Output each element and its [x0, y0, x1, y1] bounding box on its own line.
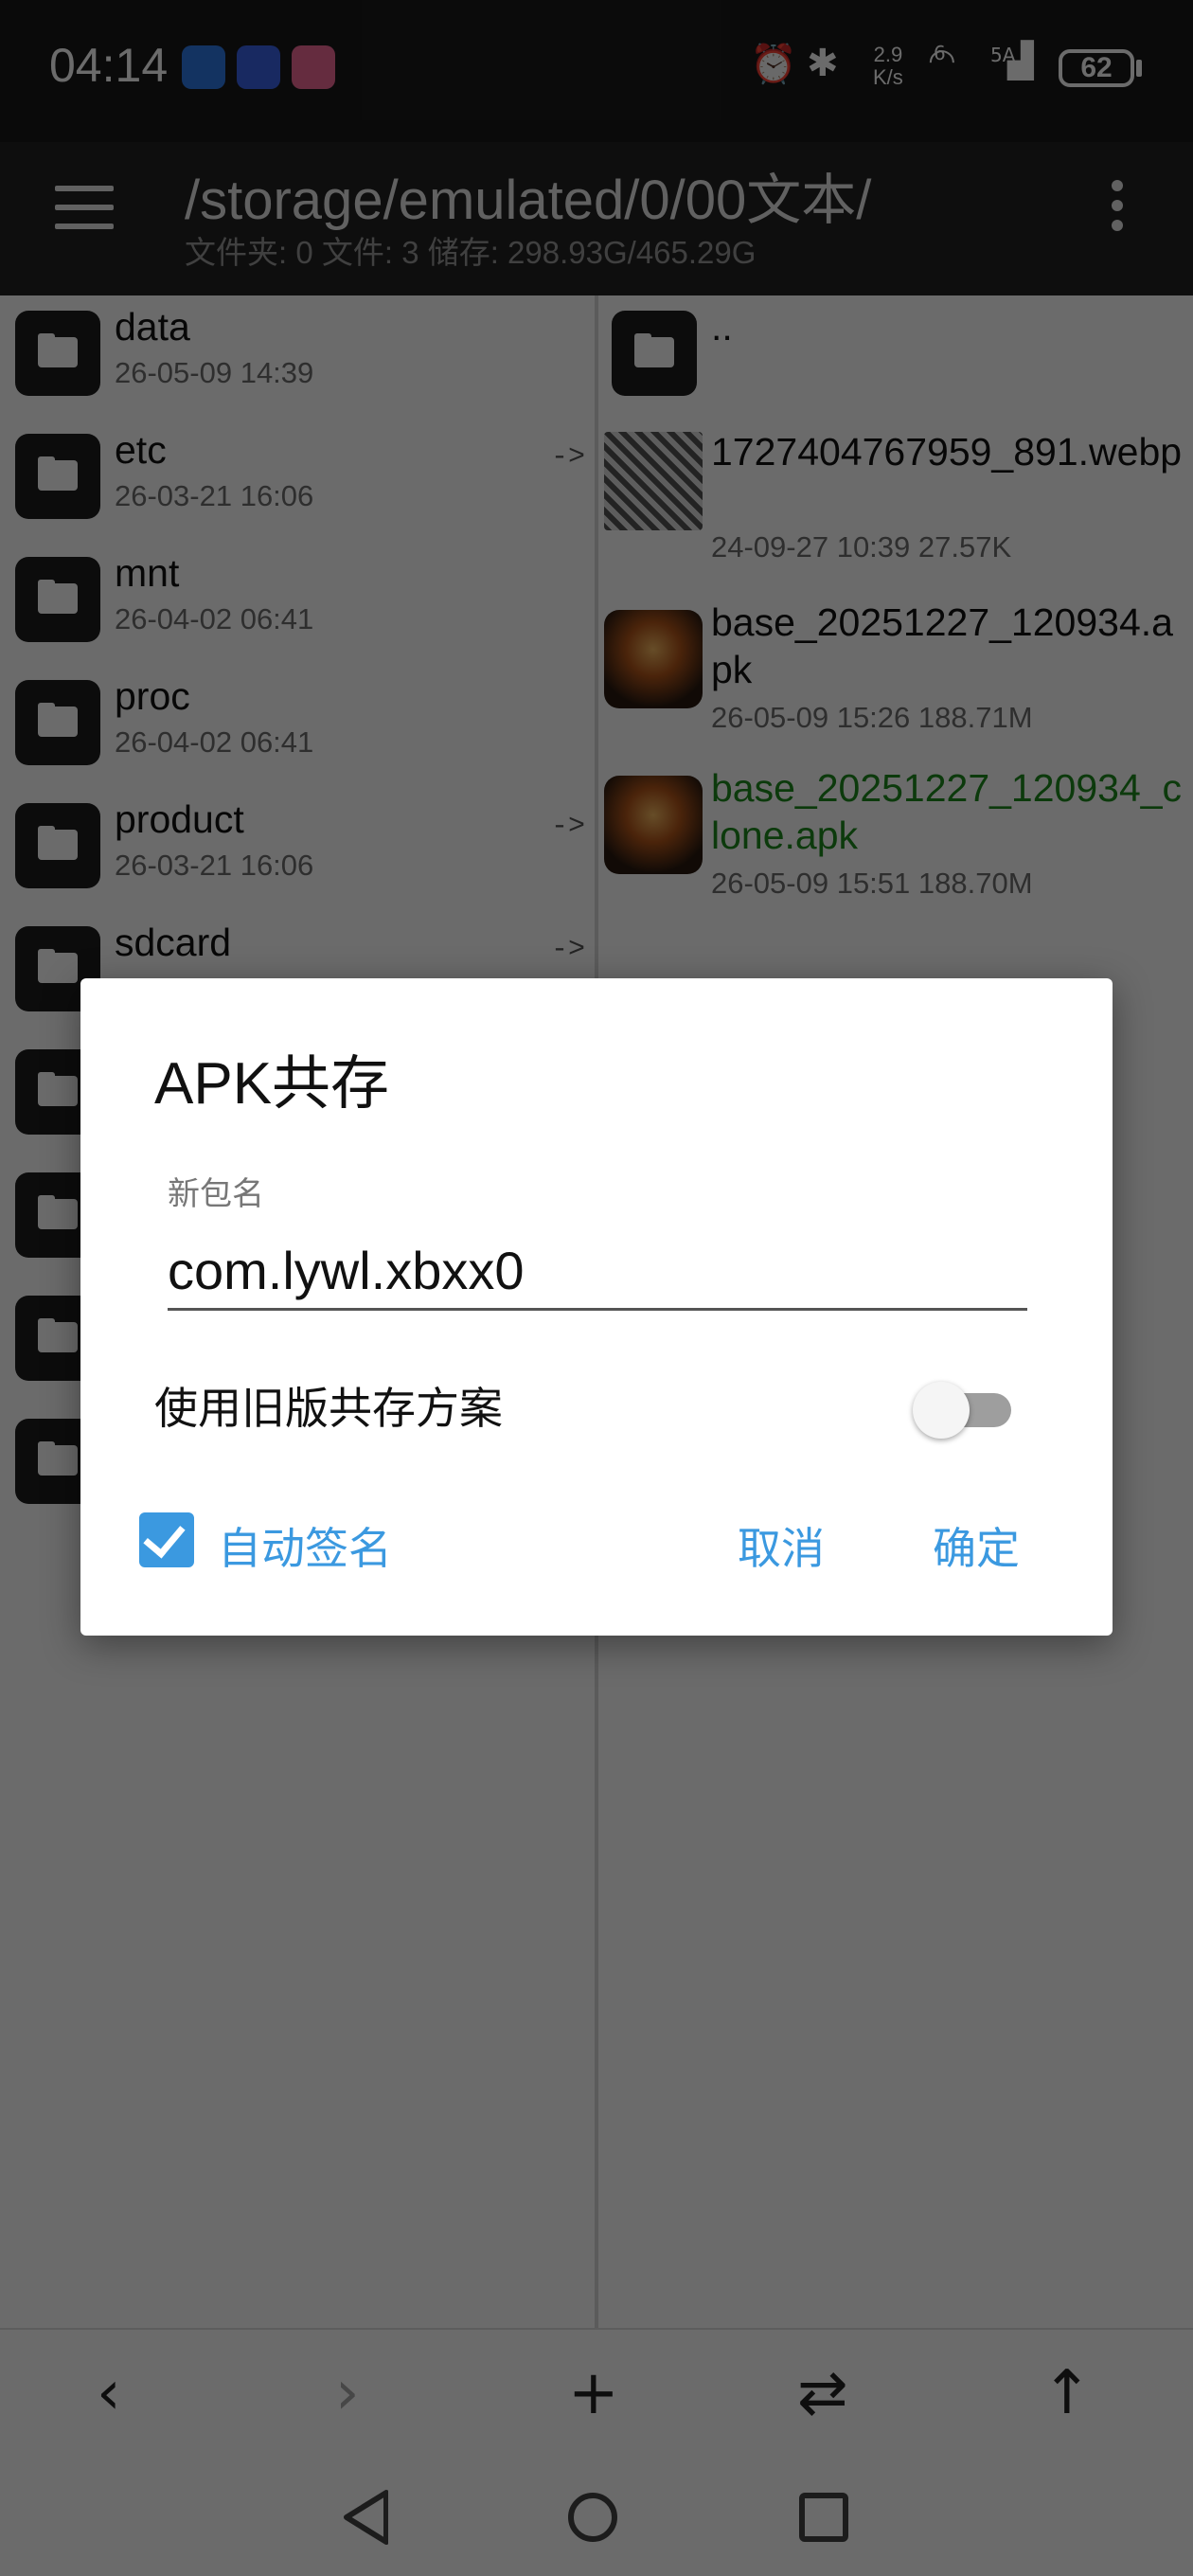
apk-icon [604, 776, 703, 874]
auto-sign-label[interactable]: 自动签名 [218, 1514, 392, 1577]
signal-icon: ▟ [1007, 42, 1034, 80]
package-name-label: 新包名 [168, 1176, 264, 1212]
item-name: etc [115, 428, 167, 472]
message-app-icon [182, 45, 225, 89]
package-name-input[interactable] [168, 1232, 1027, 1311]
net-speed-value: 2.9 [873, 43, 903, 66]
legacy-scheme-toggle[interactable] [909, 1378, 1013, 1439]
list-item[interactable]: mnt 26-04-02 06:41 [0, 542, 595, 665]
item-date: 26-03-21 16:06 [115, 849, 314, 882]
list-item[interactable]: base_20251227_120934_clone.apk 26-05-09 … [598, 764, 1193, 925]
bluetooth-icon: ✱ [807, 42, 839, 85]
item-name: product [115, 797, 244, 841]
folder-icon [15, 680, 100, 765]
apk-icon [604, 610, 703, 708]
status-bar: 04:14 ⏰ ✱ 2.9 K/s ◠ 6 5A ▟ 62 [0, 0, 1193, 142]
list-item[interactable]: base_20251227_120934.apk 26-05-09 15:26 … [598, 599, 1193, 760]
item-meta: 26-05-09 15:51 188.70M [711, 867, 1033, 900]
item-name: mnt [115, 551, 180, 595]
overflow-menu-icon[interactable] [1108, 180, 1127, 237]
symlink-indicator: -> [550, 934, 585, 966]
voice-app-icon [237, 45, 280, 89]
item-name: data [115, 305, 190, 349]
menu-icon[interactable] [55, 186, 114, 231]
network-type-label: 6 [934, 42, 946, 64]
parent-dir-item[interactable]: .. [598, 295, 1193, 419]
back-arrow-icon[interactable]: ‹ [97, 2358, 121, 2428]
item-name: base_20251227_120934.apk [711, 600, 1173, 691]
nav-back-icon[interactable] [341, 2489, 388, 2546]
storage-stats: 文件夹: 0 文件: 3 储存: 298.93G/465.29G [185, 235, 757, 270]
item-date: 26-04-02 06:41 [115, 602, 314, 635]
item-name: 1727404767959_891.webp [711, 430, 1183, 474]
item-date: 26-04-02 06:41 [115, 725, 314, 759]
battery-icon: 62 [1059, 49, 1134, 87]
list-item[interactable]: data 26-05-09 14:39 [0, 295, 595, 419]
symlink-indicator: -> [550, 811, 585, 843]
nav-home-icon[interactable] [568, 2493, 617, 2542]
item-date: 26-05-09 14:39 [115, 356, 314, 389]
battery-tip [1136, 60, 1142, 77]
confirm-button[interactable]: 确定 [933, 1514, 1020, 1577]
status-time: 04:14 [49, 39, 169, 92]
folder-icon [15, 557, 100, 642]
app-bar: /storage/emulated/0/00文本/ 文件夹: 0 文件: 3 储… [0, 142, 1193, 295]
bottom-toolbar: ‹ › + ⇄ ↑ [0, 2328, 1193, 2462]
image-thumbnail [604, 432, 703, 530]
folder-icon [15, 803, 100, 888]
list-item[interactable]: proc 26-04-02 06:41 [0, 665, 595, 788]
symlink-indicator: -> [550, 441, 585, 474]
dialog-title: APK共存 [154, 1051, 390, 1117]
folder-icon [15, 434, 100, 519]
net-speed-unit: K/s [873, 65, 903, 89]
item-date: 26-03-21 16:06 [115, 479, 314, 512]
cancel-button[interactable]: 取消 [738, 1514, 825, 1577]
forward-arrow-icon[interactable]: › [335, 2358, 360, 2428]
list-item[interactable]: product 26-03-21 16:06 -> [0, 788, 595, 911]
folder-icon [612, 311, 697, 396]
item-name: .. [711, 305, 733, 349]
add-icon[interactable]: + [568, 2358, 619, 2428]
system-nav-bar [0, 2460, 1193, 2576]
alarm-icon: ⏰ [750, 43, 797, 86]
folder-icon [15, 311, 100, 396]
swap-icon[interactable]: ⇄ [797, 2358, 848, 2428]
apk-clone-dialog: APK共存 新包名 使用旧版共存方案 自动签名 取消 确定 [80, 978, 1113, 1636]
legacy-scheme-label: 使用旧版共存方案 [154, 1384, 503, 1433]
item-name: sdcard [115, 921, 232, 964]
auto-sign-checkbox[interactable] [139, 1512, 194, 1567]
item-name: base_20251227_120934_clone.apk [711, 766, 1183, 857]
list-item[interactable]: 1727404767959_891.webp 24-09-27 10:39 27… [598, 419, 1193, 587]
item-name: proc [115, 674, 190, 718]
list-item[interactable]: etc 26-03-21 16:06 -> [0, 419, 595, 542]
nav-recents-icon[interactable] [799, 2493, 848, 2542]
toggle-thumb [913, 1382, 970, 1439]
item-meta: 26-05-09 15:26 188.71M [711, 701, 1033, 734]
bilibili-icon [292, 45, 335, 89]
item-meta: 24-09-27 10:39 27.57K [711, 530, 1012, 564]
net-speed: 2.9 K/s [873, 44, 903, 89]
current-path: /storage/emulated/0/00文本/ [185, 170, 872, 231]
up-arrow-icon[interactable]: ↑ [1042, 2358, 1093, 2428]
